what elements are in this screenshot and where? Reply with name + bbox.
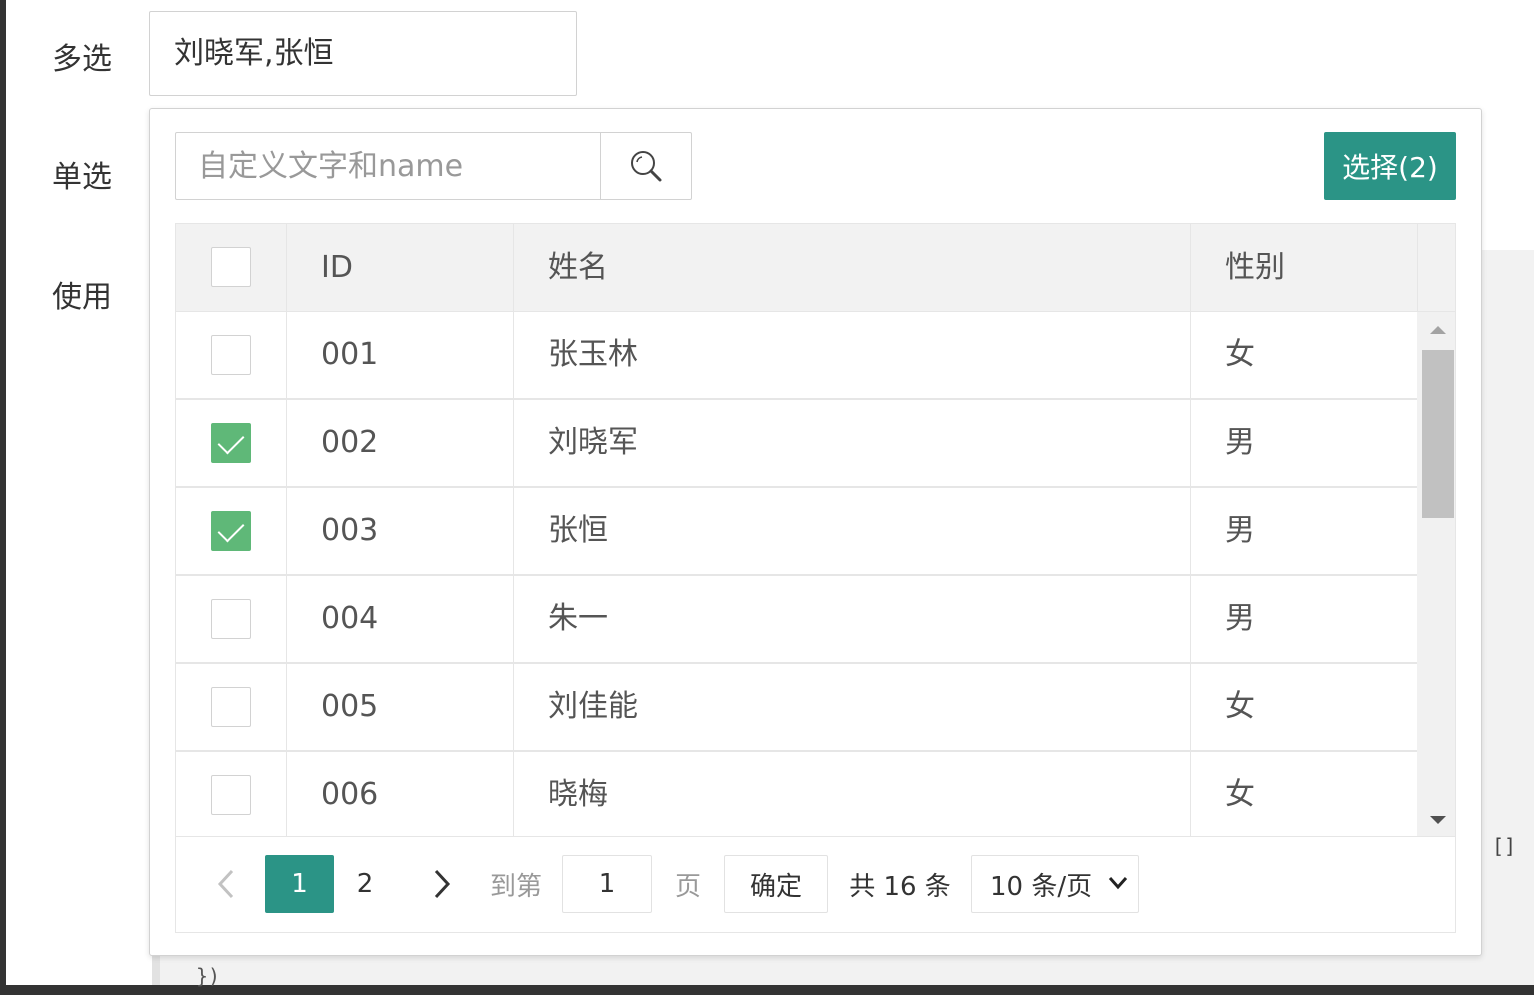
use-label: 使用 xyxy=(52,280,112,315)
search-icon xyxy=(631,151,662,182)
cell-gender: 男 xyxy=(1225,601,1255,636)
row-checkbox-checked[interactable] xyxy=(211,511,251,551)
table-body: 001 张玉林 女 002 刘晓军 男 003 张恒 男 004 朱一 男 00… xyxy=(176,312,1417,836)
multi-select-input[interactable]: 刘晓军,张恒 xyxy=(149,11,577,96)
cell-name: 刘佳能 xyxy=(548,689,638,724)
chevron-down-icon xyxy=(1108,877,1128,890)
cell-name: 张恒 xyxy=(548,513,608,548)
code-tail: }) xyxy=(196,964,221,988)
chevron-left-icon xyxy=(217,869,234,899)
table-row[interactable]: 005 刘佳能 女 xyxy=(176,664,1417,752)
select-all-checkbox[interactable] xyxy=(211,247,251,287)
page: [] }) 多选 单选 使用 刘晓军,张恒 选择(2) ID 姓名 性别 xyxy=(6,0,1534,988)
table-row[interactable]: 003 张恒 男 xyxy=(176,488,1417,576)
cell-id: 001 xyxy=(321,337,379,372)
column-header-gender[interactable]: 性别 xyxy=(1225,224,1285,312)
search-input[interactable] xyxy=(175,132,602,200)
row-checkbox[interactable] xyxy=(211,335,251,375)
goto-page-input[interactable]: 1 xyxy=(562,855,652,913)
cell-id: 003 xyxy=(321,513,379,548)
cell-gender: 男 xyxy=(1225,513,1255,548)
scroll-up-arrow-icon[interactable] xyxy=(1430,326,1446,334)
page-suffix-label: 页 xyxy=(674,871,701,902)
row-checkbox[interactable] xyxy=(211,599,251,639)
column-header-name[interactable]: 姓名 xyxy=(548,224,608,312)
table-header: ID 姓名 性别 xyxy=(176,224,1455,312)
row-checkbox[interactable] xyxy=(211,687,251,727)
cell-id: 004 xyxy=(321,601,379,636)
column-header-id[interactable]: ID xyxy=(321,224,353,312)
table-select-dropdown: 选择(2) ID 姓名 性别 001 张玉林 xyxy=(149,108,1482,956)
row-checkbox[interactable] xyxy=(211,775,251,815)
pagination: 1 2 到第 1 页 确定 共 16 条 10 条/页 xyxy=(176,836,1455,932)
goto-confirm-button[interactable]: 确定 xyxy=(724,855,828,913)
scroll-down-arrow-icon[interactable] xyxy=(1430,816,1446,824)
total-count-label: 共 16 条 xyxy=(849,871,951,902)
cell-name: 晓梅 xyxy=(548,777,608,812)
cell-gender: 女 xyxy=(1225,689,1255,724)
search-button[interactable] xyxy=(600,132,692,200)
goto-label: 到第 xyxy=(489,871,542,902)
single-select-label: 单选 xyxy=(52,160,112,195)
table-row[interactable]: 006 晓梅 女 xyxy=(176,752,1417,836)
table-row[interactable]: 001 张玉林 女 xyxy=(176,312,1417,400)
vertical-scrollbar[interactable] xyxy=(1417,312,1455,836)
cell-name: 刘晓军 xyxy=(548,425,638,460)
cell-id: 002 xyxy=(321,425,379,460)
next-page-button[interactable] xyxy=(422,855,462,913)
page-2-button[interactable]: 2 xyxy=(344,855,386,913)
data-table: ID 姓名 性别 001 张玉林 女 002 刘晓军 男 003 张恒 男 00… xyxy=(175,223,1456,933)
select-confirm-button[interactable]: 选择(2) xyxy=(1324,132,1456,200)
table-row[interactable]: 004 朱一 男 xyxy=(176,576,1417,664)
page-size-select[interactable]: 10 条/页 xyxy=(971,855,1139,913)
multi-select-label: 多选 xyxy=(52,42,112,77)
prev-page-button[interactable] xyxy=(206,855,246,913)
cell-gender: 女 xyxy=(1225,777,1255,812)
row-checkbox-checked[interactable] xyxy=(211,423,251,463)
code-bracket: [] xyxy=(1492,834,1517,858)
cell-gender: 女 xyxy=(1225,337,1255,372)
table-row[interactable]: 002 刘晓军 男 xyxy=(176,400,1417,488)
cell-id: 005 xyxy=(321,689,379,724)
cell-gender: 男 xyxy=(1225,425,1255,460)
cell-name: 张玉林 xyxy=(548,337,638,372)
cell-id: 006 xyxy=(321,777,379,812)
scrollbar-thumb[interactable] xyxy=(1422,350,1454,518)
cell-name: 朱一 xyxy=(548,601,608,636)
chevron-right-icon xyxy=(434,869,451,899)
page-size-value: 10 条/页 xyxy=(990,871,1093,902)
page-1-button[interactable]: 1 xyxy=(265,855,334,913)
